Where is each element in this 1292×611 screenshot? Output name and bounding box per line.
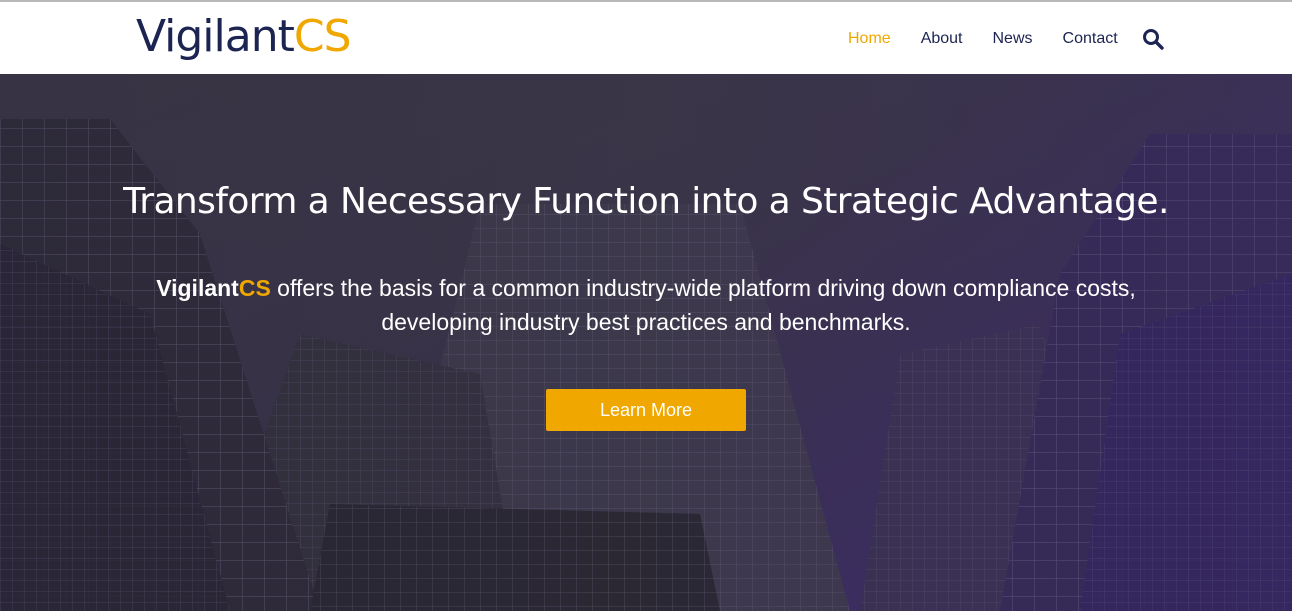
- hero-text-line2: developing industry best practices and b…: [381, 309, 911, 335]
- logo-text-cs: CS: [293, 11, 352, 62]
- site-logo[interactable]: VigilantCS: [136, 11, 351, 63]
- hero-brand-cs: CS: [238, 275, 271, 301]
- search-icon[interactable]: [1142, 28, 1164, 50]
- hero-brand-vigilant: Vigilant: [156, 275, 239, 301]
- hero-title: Transform a Necessary Function into a St…: [123, 181, 1169, 222]
- nav-contact-link[interactable]: Contact: [1063, 29, 1118, 49]
- site-header: VigilantCS Home About News Contact: [0, 2, 1292, 74]
- hero-section: Transform a Necessary Function into a St…: [0, 74, 1292, 611]
- logo-text-vigilant: Vigilant: [136, 11, 295, 62]
- main-nav: Home About News Contact: [848, 28, 1164, 50]
- hero-description: VigilantCS offers the basis for a common…: [120, 271, 1172, 339]
- nav-home-link[interactable]: Home: [848, 29, 891, 49]
- hero-text-line1: offers the basis for a common industry-w…: [270, 275, 1136, 301]
- nav-news-link[interactable]: News: [993, 29, 1033, 49]
- learn-more-button[interactable]: Learn More: [546, 389, 746, 431]
- hero-overlay: [0, 74, 1292, 611]
- nav-about-link[interactable]: About: [921, 29, 963, 49]
